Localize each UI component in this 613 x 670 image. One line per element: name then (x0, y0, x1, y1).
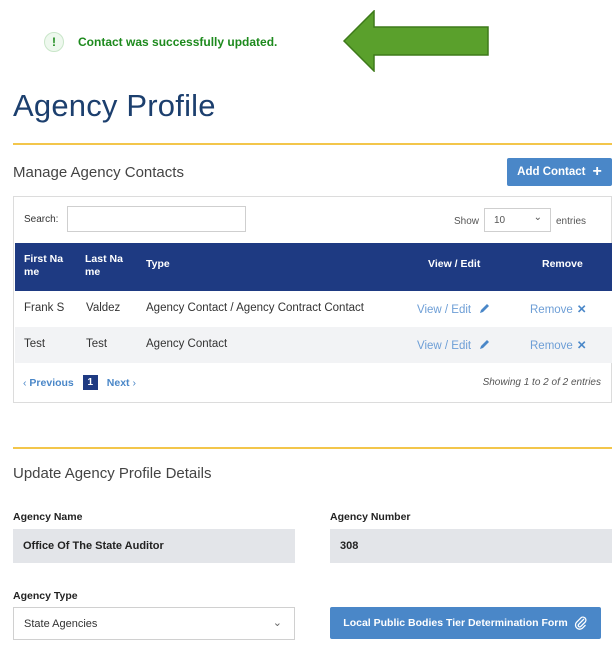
add-contact-label: Add Contact (517, 166, 586, 178)
view-edit-link[interactable]: View / Edit (417, 338, 491, 352)
agency-name-field: Office Of The State Auditor (13, 529, 295, 563)
contacts-section-title: Manage Agency Contacts (13, 164, 184, 181)
tier-determination-form-button[interactable]: Local Public Bodies Tier Determination F… (330, 607, 601, 639)
agency-type-value: State Agencies (24, 617, 98, 630)
next-page-button[interactable]: Next › (107, 377, 136, 389)
table-info: Showing 1 to 2 of 2 entries (482, 377, 601, 388)
chevron-down-icon: ⌄ (533, 212, 542, 223)
page-title: Agency Profile (13, 88, 216, 123)
search-input[interactable] (67, 206, 246, 232)
pencil-icon (480, 340, 490, 349)
success-notification: ! Contact was successfully updated. (44, 32, 277, 52)
cell-last-name: Test (86, 338, 108, 350)
column-header-remove: Remove (542, 258, 583, 270)
page-number-button[interactable]: 1 (82, 375, 98, 390)
agency-type-label: Agency Type (13, 590, 78, 602)
agency-name-label: Agency Name (13, 511, 83, 523)
section-divider (13, 143, 612, 145)
cell-type: Agency Contact / Agency Contract Contact (146, 302, 364, 314)
column-header-view-edit: View / Edit (428, 258, 481, 270)
search-label: Search: (24, 214, 59, 225)
cell-type: Agency Contact (146, 338, 228, 350)
cell-last-name: Valdez (86, 302, 121, 314)
chevron-right-icon: › (132, 376, 136, 389)
plus-icon: + (592, 163, 602, 180)
exclamation-icon: ! (44, 32, 64, 52)
agency-name-value: Office Of The State Auditor (23, 540, 164, 552)
previous-page-button[interactable]: ‹ Previous (23, 377, 74, 389)
table-row: Test Test Agency Contact View / Edit Rem… (15, 327, 612, 363)
paperclip-icon (574, 616, 587, 630)
tier-form-label: Local Public Bodies Tier Determination F… (343, 617, 568, 629)
entries-value: 10 (494, 214, 506, 226)
close-icon: ✕ (576, 340, 587, 352)
column-header-last-name[interactable]: Last Na me (85, 253, 125, 279)
entries-label: entries (556, 216, 587, 227)
view-edit-link[interactable]: View / Edit (417, 302, 491, 316)
success-message: Contact was successfully updated. (78, 35, 278, 49)
arrow-left-icon (342, 10, 489, 72)
contacts-table-panel: Search: Show 10 ⌄ entries First Na me La… (13, 196, 612, 403)
details-section-title: Update Agency Profile Details (13, 465, 212, 482)
section-divider (13, 447, 612, 449)
table-row: Frank S Valdez Agency Contact / Agency C… (15, 291, 612, 327)
view-edit-label: View / Edit (417, 304, 472, 316)
next-label: Next (106, 376, 130, 389)
chevron-left-icon: ‹ (23, 376, 27, 389)
agency-number-field: 308 (330, 529, 612, 563)
previous-label: Previous (29, 376, 74, 389)
cell-first-name: Frank S (24, 302, 65, 314)
remove-label: Remove (530, 304, 573, 316)
add-contact-button[interactable]: Add Contact + (507, 158, 612, 186)
remove-label: Remove (530, 340, 573, 352)
close-icon: ✕ (576, 304, 587, 316)
agency-number-value: 308 (340, 540, 359, 552)
agency-number-label: Agency Number (330, 511, 411, 523)
remove-link[interactable]: Remove ✕ (530, 302, 586, 316)
table-header: First Na me Last Na me Type View / Edit … (15, 243, 612, 291)
cell-first-name: Test (24, 338, 46, 350)
pagination: ‹ Previous 1 Next › (23, 375, 136, 390)
column-header-type[interactable]: Type (146, 258, 170, 271)
entries-select[interactable]: 10 ⌄ (484, 208, 551, 232)
pencil-icon (480, 304, 490, 313)
view-edit-label: View / Edit (417, 340, 472, 352)
agency-type-select[interactable]: State Agencies ⌄ (13, 607, 295, 640)
remove-link[interactable]: Remove ✕ (530, 338, 586, 352)
column-header-first-name[interactable]: First Na me (24, 253, 68, 279)
show-label: Show (454, 216, 480, 227)
chevron-down-icon: ⌄ (272, 617, 282, 629)
